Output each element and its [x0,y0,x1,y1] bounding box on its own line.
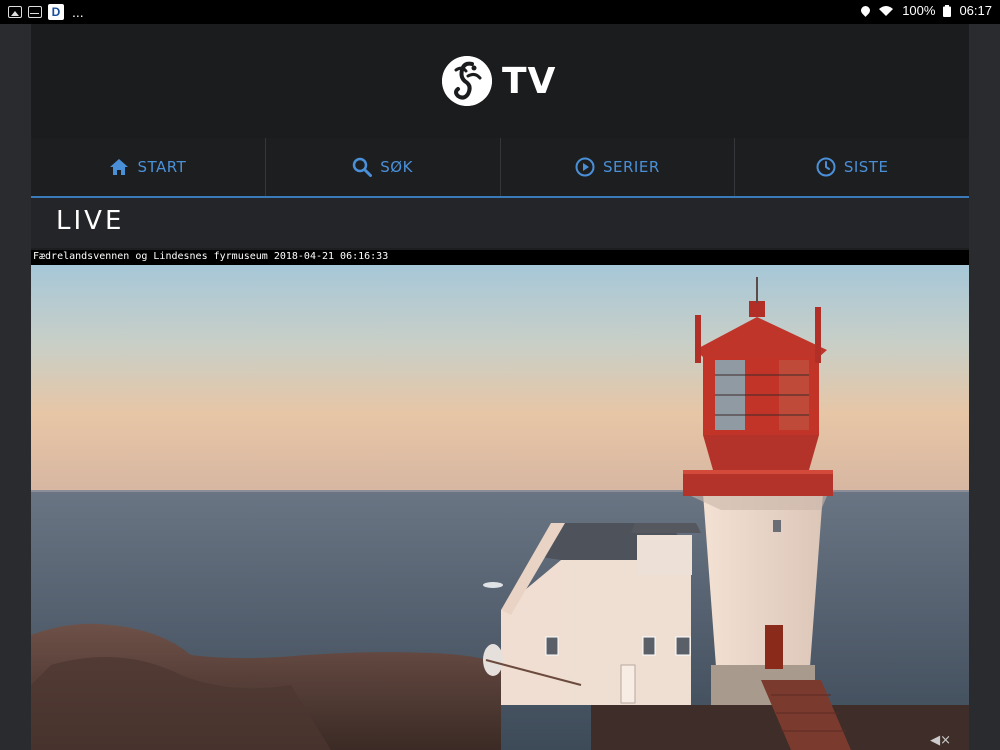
nav-latest[interactable]: SISTE [735,138,969,196]
app-container: TV START SØK SERIER SISTE LIVE Fædreland… [31,24,969,750]
image-icon [8,6,22,18]
clock-time: 06:17 [959,3,992,18]
nav-latest-label: SISTE [843,158,889,176]
clock-icon [816,157,836,177]
section-header: LIVE [31,198,969,248]
mail-icon [28,6,42,18]
lighthouse-webcam-image [31,265,969,750]
logo-text: TV [502,60,557,102]
main-nav: START SØK SERIER SISTE [31,138,969,198]
search-icon [353,157,373,177]
mute-icon[interactable]: ◀× [930,733,951,748]
nav-start[interactable]: START [31,138,266,196]
nav-series[interactable]: SERIER [501,138,736,196]
status-bar: D ... 100% 06:17 [0,0,1000,24]
page-title: LIVE [56,206,125,236]
brand-emblem-icon [442,56,492,106]
status-bar-right: 100% 06:17 [859,3,992,18]
nav-search-label: SØK [380,158,413,176]
video-timestamp-overlay: Fædrelandsvennen og Lindesnes fyrmuseum … [33,250,967,264]
header: TV [31,24,969,138]
nav-series-label: SERIER [603,158,660,176]
battery-text: 100% [902,3,936,18]
wifi-icon [879,5,894,16]
notification-overflow: ... [72,4,84,20]
play-circle-icon [575,157,595,177]
nav-search[interactable]: SØK [266,138,501,196]
brand-logo[interactable]: TV [442,56,556,106]
location-icon [859,4,873,17]
home-icon [110,159,129,175]
video-player[interactable]: Fædrelandsvennen og Lindesnes fyrmuseum … [31,250,969,750]
nav-start-label: START [137,158,187,176]
status-bar-left: D ... [8,4,84,20]
d-app-icon: D [48,4,64,20]
battery-icon [943,4,952,17]
